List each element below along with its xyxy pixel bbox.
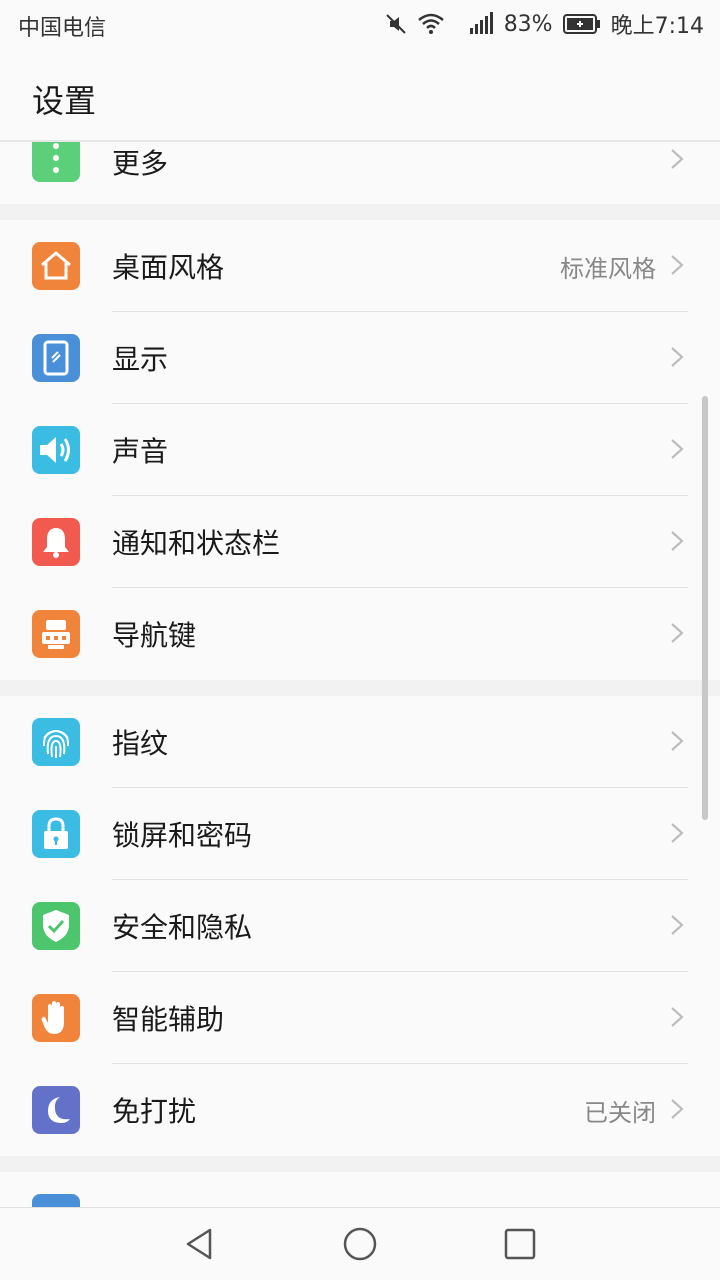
settings-item-label: 锁屏和密码 <box>112 819 253 852</box>
speaker-icon <box>32 426 80 474</box>
settings-item-label: 桌面风格 <box>112 251 225 284</box>
wifi-icon <box>417 13 444 35</box>
settings-item-label: 免打扰 <box>112 1095 197 1128</box>
chevron-right-icon <box>671 347 684 367</box>
carrier-name: 中国电信 <box>18 16 107 41</box>
battery-percent: 83% <box>503 11 553 37</box>
mute-icon <box>384 12 408 36</box>
settings-item-label: 更多 <box>112 147 169 180</box>
settings-item-smart-assist[interactable]: 智能辅助 <box>0 972 720 1064</box>
navigation-bar <box>0 1207 720 1280</box>
chevron-right-icon <box>671 255 684 275</box>
clock: 晚上7:14 <box>610 14 704 39</box>
settings-item-value: 已关闭 <box>584 1098 656 1127</box>
chevron-right-icon <box>671 823 684 843</box>
cloud-icon <box>32 1194 80 1208</box>
app-bar: 设置 <box>0 50 720 142</box>
settings-list[interactable]: 更多 桌面风格 标准风格 显示 声音 通知和状态栏 导航键 指纹 锁屏和密码 安… <box>0 142 720 1208</box>
settings-item-desktop-style[interactable]: 桌面风格 标准风格 <box>0 220 720 312</box>
settings-item-do-not-disturb[interactable]: 免打扰 已关闭 <box>0 1064 720 1156</box>
settings-item-more[interactable]: 更多 <box>0 142 720 204</box>
home-circle-icon[interactable] <box>342 1226 378 1262</box>
shield-check-icon <box>32 902 80 950</box>
chevron-right-icon <box>671 1099 684 1119</box>
settings-group-more: 更多 <box>0 142 720 204</box>
settings-group-security: 指纹 锁屏和密码 安全和隐私 智能辅助 免打扰 已关闭 <box>0 696 720 1156</box>
chevron-right-icon <box>671 915 684 935</box>
chevron-right-icon <box>671 439 684 459</box>
hand-icon <box>32 994 80 1042</box>
settings-item-label: 安全和隐私 <box>112 911 253 944</box>
chevron-right-icon <box>671 731 684 751</box>
back-triangle-icon[interactable] <box>182 1226 218 1262</box>
fingerprint-icon <box>32 718 80 766</box>
status-icons: 83% 晚上7:14 <box>384 8 704 40</box>
scrollbar[interactable] <box>702 396 708 820</box>
chevron-right-icon <box>671 623 684 643</box>
more-dots-icon <box>32 142 80 182</box>
settings-item-label: 声音 <box>112 435 169 468</box>
chevron-right-icon <box>671 149 684 169</box>
settings-item-label: 显示 <box>112 343 169 376</box>
settings-group-personalization: 桌面风格 标准风格 显示 声音 通知和状态栏 导航键 <box>0 220 720 680</box>
settings-group-next <box>0 1172 720 1208</box>
settings-item-sound[interactable]: 声音 <box>0 404 720 496</box>
settings-item-label: 指纹 <box>112 727 169 760</box>
chevron-right-icon <box>671 1007 684 1027</box>
battery-charging-icon <box>562 13 601 35</box>
display-phone-icon <box>32 334 80 382</box>
settings-item-next-partial[interactable] <box>0 1172 720 1208</box>
home-icon <box>32 242 80 290</box>
settings-item-notification[interactable]: 通知和状态栏 <box>0 496 720 588</box>
lock-icon <box>32 810 80 858</box>
settings-item-label: 智能辅助 <box>112 1003 225 1036</box>
page-title: 设置 <box>32 82 97 120</box>
moon-icon <box>32 1086 80 1134</box>
settings-item-label: 通知和状态栏 <box>112 527 281 560</box>
bell-icon <box>32 518 80 566</box>
settings-item-security-privacy[interactable]: 安全和隐私 <box>0 880 720 972</box>
chevron-right-icon <box>671 531 684 551</box>
settings-item-value: 标准风格 <box>560 254 656 283</box>
settings-item-lock-screen[interactable]: 锁屏和密码 <box>0 788 720 880</box>
signal-4g-icon <box>454 12 494 36</box>
settings-item-label: 导航键 <box>112 619 197 652</box>
navigation-key-icon <box>32 610 80 658</box>
settings-item-display[interactable]: 显示 <box>0 312 720 404</box>
settings-item-navigation-key[interactable]: 导航键 <box>0 588 720 680</box>
status-bar: 中国电信 83% 晚上7:14 <box>0 0 720 50</box>
settings-item-fingerprint[interactable]: 指纹 <box>0 696 720 788</box>
recents-square-icon[interactable] <box>502 1226 538 1262</box>
